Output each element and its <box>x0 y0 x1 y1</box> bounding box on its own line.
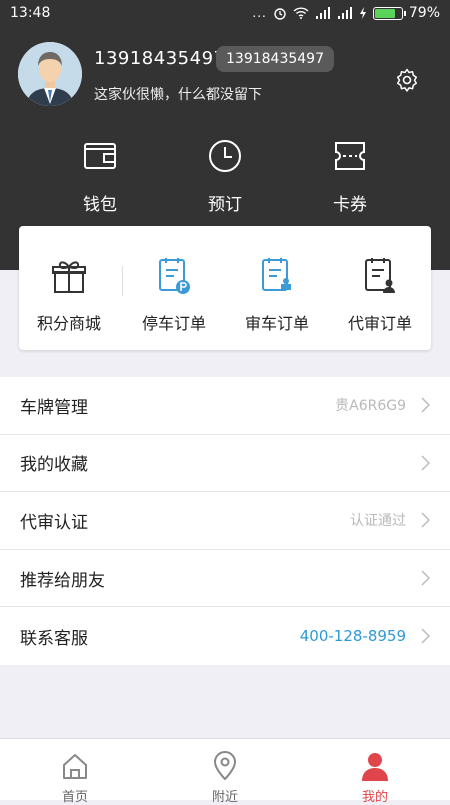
menu-title: 我的收藏 <box>20 455 88 476</box>
chevron-right-icon <box>421 628 430 644</box>
card-divider <box>122 266 123 296</box>
battery-fill <box>374 8 396 18</box>
status-icons: ... 79% <box>252 5 440 21</box>
clock-icon <box>209 140 241 172</box>
quick-booking-label: 预订 <box>208 195 242 215</box>
agent-orders[interactable]: 代审订单 <box>330 256 430 334</box>
wallet-icon <box>84 143 116 169</box>
alarm-icon <box>274 8 286 20</box>
gift-icon <box>52 261 86 293</box>
signal-icon-2 <box>337 7 352 19</box>
points-mall[interactable]: 积分商城 <box>19 256 119 334</box>
username: 13918435497 <box>94 48 226 69</box>
notification-dots: ... <box>252 6 267 20</box>
menu-title: 推荐给朋友 <box>20 570 105 591</box>
menu-title: 联系客服 <box>20 628 88 649</box>
order-card: 积分商城 停车订单 审车订单 代审订单 <box>19 226 431 350</box>
quick-coupons[interactable]: 卡券 <box>305 138 395 215</box>
menu-value: 认证通过 <box>350 513 406 530</box>
menu-title: 代审认证 <box>20 512 88 533</box>
settings-menu: 车牌管理 贵A6R6G9 我的收藏 代审认证 认证通过 推荐给朋友 联系客服 4… <box>0 377 450 665</box>
tab-mine-label: 我的 <box>361 790 388 805</box>
chevron-right-icon <box>421 397 430 413</box>
parking-order-icon <box>159 258 190 294</box>
parking-orders-label: 停车订单 <box>141 314 206 333</box>
wifi-icon <box>293 7 309 19</box>
signature: 这家伙很懒，什么都没留下 <box>94 87 262 103</box>
quick-booking[interactable]: 预订 <box>180 138 270 215</box>
avatar[interactable] <box>18 42 82 106</box>
gear-icon[interactable] <box>395 68 419 92</box>
chevron-right-icon <box>421 512 430 529</box>
customer-service-phone[interactable]: 400-128-8959 <box>300 627 406 645</box>
status-bar: 13:48 ... 79% <box>0 0 450 26</box>
parking-orders[interactable]: 停车订单 <box>124 256 224 334</box>
home-icon <box>63 754 87 779</box>
battery-icon <box>372 6 406 20</box>
battery-percent: 79% <box>408 5 440 21</box>
location-pin-icon <box>213 751 237 781</box>
menu-title: 车牌管理 <box>20 397 88 418</box>
bottom-tab-bar: 首页 附近 我的 <box>0 738 450 805</box>
menu-favorites[interactable]: 我的收藏 <box>0 435 450 493</box>
chevron-right-icon <box>421 570 430 586</box>
tab-nearby[interactable]: 附近 <box>150 739 300 805</box>
tab-mine[interactable]: 我的 <box>300 739 450 805</box>
chevron-right-icon <box>421 455 430 471</box>
points-mall-label: 积分商城 <box>36 314 101 333</box>
status-time: 13:48 <box>10 5 51 21</box>
avatar-illustration <box>18 42 82 106</box>
quick-coupons-label: 卡券 <box>333 195 367 215</box>
tab-home-label: 首页 <box>61 790 88 805</box>
quick-wallet-label: 钱包 <box>83 195 117 215</box>
tab-nearby-label: 附近 <box>211 790 238 805</box>
tab-home[interactable]: 首页 <box>0 739 150 805</box>
menu-customer-service[interactable]: 联系客服 400-128-8959 <box>0 607 450 665</box>
ticket-icon <box>335 142 365 170</box>
inspection-orders[interactable]: 审车订单 <box>227 256 327 334</box>
inspection-order-icon <box>262 258 291 291</box>
profile-icon <box>362 753 388 781</box>
charging-icon <box>359 7 366 19</box>
menu-agent-certification[interactable]: 代审认证 认证通过 <box>0 492 450 550</box>
agent-order-icon <box>365 258 395 293</box>
menu-plate-management[interactable]: 车牌管理 贵A6R6G9 <box>0 377 450 435</box>
menu-value: 贵A6R6G9 <box>335 398 406 415</box>
menu-recommend-friend[interactable]: 推荐给朋友 <box>0 550 450 608</box>
phone-badge: 13918435497 <box>216 46 334 72</box>
signal-icon <box>315 7 330 19</box>
quick-wallet[interactable]: 钱包 <box>55 138 145 215</box>
inspection-orders-label: 审车订单 <box>244 314 309 333</box>
agent-orders-label: 代审订单 <box>347 314 412 333</box>
